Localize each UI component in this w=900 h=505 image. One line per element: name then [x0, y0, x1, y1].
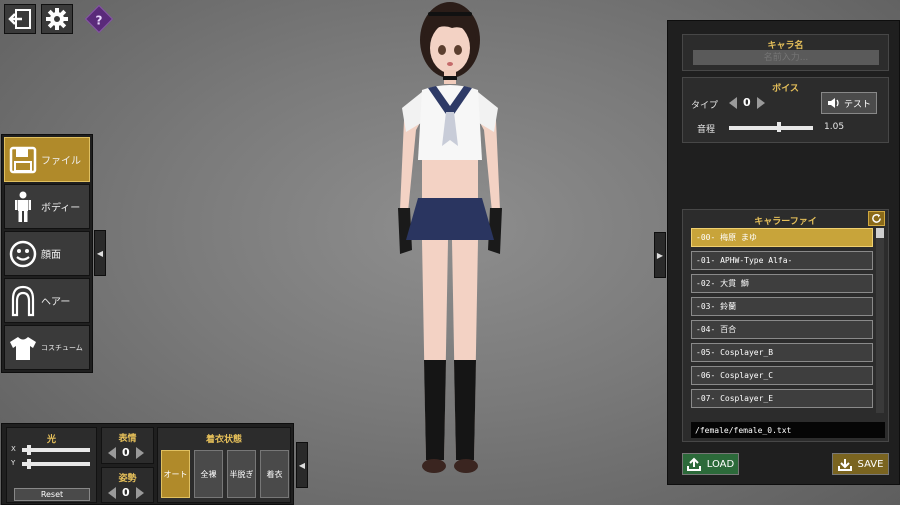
light-x-slider-knob[interactable] [27, 445, 31, 455]
speaker-icon [827, 98, 839, 108]
voice-pitch-knob[interactable] [777, 122, 782, 132]
back-button[interactable] [4, 4, 36, 34]
chara-file-section: キャラーファイ -00- 梅原 まゆ -01- APHW-Type Alfa- -0… [682, 209, 889, 442]
pose-section: 姿勢 0 [101, 467, 154, 503]
expression-stepper: 0 [108, 446, 144, 459]
chara-file-scrollbar-thumb[interactable] [876, 228, 884, 238]
menu-item-costume[interactable]: コスチューム [4, 325, 90, 370]
voice-pitch-value: 1.05 [824, 122, 845, 132]
chara-file-item[interactable]: -04- 百合 [691, 320, 873, 339]
pose-value: 0 [122, 486, 130, 499]
save-label: SAVE [857, 458, 884, 470]
left-menu: ファイル ボディー 顔面 ヘアー コスチューム [1, 134, 93, 373]
body-figure-icon [5, 187, 41, 227]
voice-test-button[interactable]: テスト [821, 92, 877, 114]
floppy-disk-icon [5, 140, 41, 180]
hair-icon [5, 281, 41, 321]
voice-type-label: タイプ [691, 101, 719, 111]
chara-name-input[interactable] [693, 50, 879, 65]
clothing-half-button[interactable]: 半脱ぎ [227, 450, 256, 498]
save-button[interactable]: SAVE [832, 453, 889, 475]
clothing-nude-button[interactable]: 全裸 [194, 450, 223, 498]
expression-next-icon[interactable] [135, 446, 144, 459]
clothing-state-title: 着衣状態 [205, 435, 242, 445]
gear-icon [46, 8, 68, 30]
pose-prev-icon[interactable] [108, 486, 116, 499]
expression-title: 表情 [118, 434, 137, 444]
collapse-left-icon: ◀ [96, 248, 104, 258]
character-model [398, 2, 502, 473]
download-icon [837, 459, 852, 471]
light-section: 光 X Y Reset [6, 427, 97, 503]
light-title: 光 [46, 435, 56, 445]
voice-section: ボイス タイプ 0 テスト 音程 1.05 [682, 77, 889, 143]
chara-file-path: /female/female_0.txt [691, 422, 885, 438]
chara-file-item[interactable]: -00- 梅原 まゆ [691, 228, 873, 247]
chara-file-item[interactable]: -03- 鈴蘭 [691, 297, 873, 316]
shirt-icon [5, 328, 41, 368]
voice-pitch-slider[interactable] [729, 126, 813, 130]
menu-item-file[interactable]: ファイル [4, 137, 90, 182]
menu-item-hair-label: ヘアー [41, 297, 71, 308]
chara-file-item[interactable]: -02- 大貫 鰤 [691, 274, 873, 293]
voice-type-value: 0 [743, 96, 751, 109]
chara-file-item[interactable]: -06- Cosplayer_C [691, 366, 873, 385]
load-button[interactable]: LOAD [682, 453, 739, 475]
refresh-icon [872, 213, 881, 223]
menu-item-body[interactable]: ボディー [4, 184, 90, 229]
menu-item-face-label: 顔面 [41, 250, 61, 261]
refresh-button[interactable] [868, 211, 885, 226]
bottom-panel-collapse-button[interactable]: ◀ [296, 442, 308, 488]
voice-type-next-icon[interactable] [756, 96, 765, 109]
chara-file-scrollbar[interactable] [876, 228, 884, 413]
help-button[interactable]: ? [84, 4, 114, 34]
light-x-label: X [11, 445, 16, 453]
left-menu-collapse-button[interactable]: ◀ [94, 230, 106, 276]
expression-prev-icon[interactable] [108, 446, 116, 459]
menu-item-body-label: ボディー [41, 203, 81, 214]
light-reset-button[interactable]: Reset [14, 488, 90, 501]
right-panel-collapse-button[interactable]: ▶ [654, 232, 666, 278]
menu-item-costume-label: コスチューム [41, 343, 83, 352]
pose-stepper: 0 [108, 486, 144, 499]
clothing-dressed-button[interactable]: 着衣 [260, 450, 289, 498]
expression-section: 表情 0 [101, 427, 154, 464]
chara-file-list: -00- 梅原 まゆ -01- APHW-Type Alfa- -02- 大貫 鰤 -… [691, 228, 873, 412]
chara-name-section: キャラ名 [682, 34, 889, 71]
voice-pitch-label: 音程 [697, 125, 716, 135]
light-y-slider[interactable] [22, 462, 90, 466]
chara-file-item[interactable]: -01- APHW-Type Alfa- [691, 251, 873, 270]
help-label: ? [95, 13, 103, 28]
menu-item-hair[interactable]: ヘアー [4, 278, 90, 323]
collapse-right-icon: ▶ [656, 250, 664, 260]
pose-title: 姿勢 [118, 474, 137, 484]
chara-file-item[interactable]: -05- Cosplayer_B [691, 343, 873, 362]
chara-file-item[interactable]: -07- Cosplayer_E [691, 389, 873, 408]
bottom-control-panel: 光 X Y Reset 表情 0 姿勢 0 着衣状態 オート 全裸 半脱ぎ 着衣 [1, 423, 294, 505]
settings-button[interactable] [41, 4, 73, 34]
load-label: LOAD [706, 458, 735, 470]
upload-icon [686, 457, 701, 471]
face-icon [5, 234, 41, 274]
light-y-slider-knob[interactable] [27, 459, 31, 469]
light-y-label: Y [11, 459, 16, 467]
voice-test-label: テスト [843, 99, 871, 110]
collapse-bottom-icon: ◀ [298, 460, 306, 470]
menu-item-face[interactable]: 顔面 [4, 231, 90, 276]
expression-value: 0 [122, 446, 130, 459]
clothing-auto-button[interactable]: オート [161, 450, 190, 498]
chara-file-title: キャラーファイ [754, 217, 817, 227]
pose-next-icon[interactable] [135, 486, 144, 499]
menu-item-file-label: ファイル [41, 156, 81, 167]
back-arrow-icon [8, 9, 31, 29]
clothing-state-section: 着衣状態 オート 全裸 半脱ぎ 着衣 [157, 427, 291, 503]
voice-type-stepper: 0 [729, 96, 765, 109]
right-panel: キャラ名 ボイス タイプ 0 テスト 音程 1.05 キャラーファイ -00- … [667, 20, 900, 485]
voice-type-prev-icon[interactable] [729, 96, 737, 109]
light-x-slider[interactable] [22, 448, 90, 452]
